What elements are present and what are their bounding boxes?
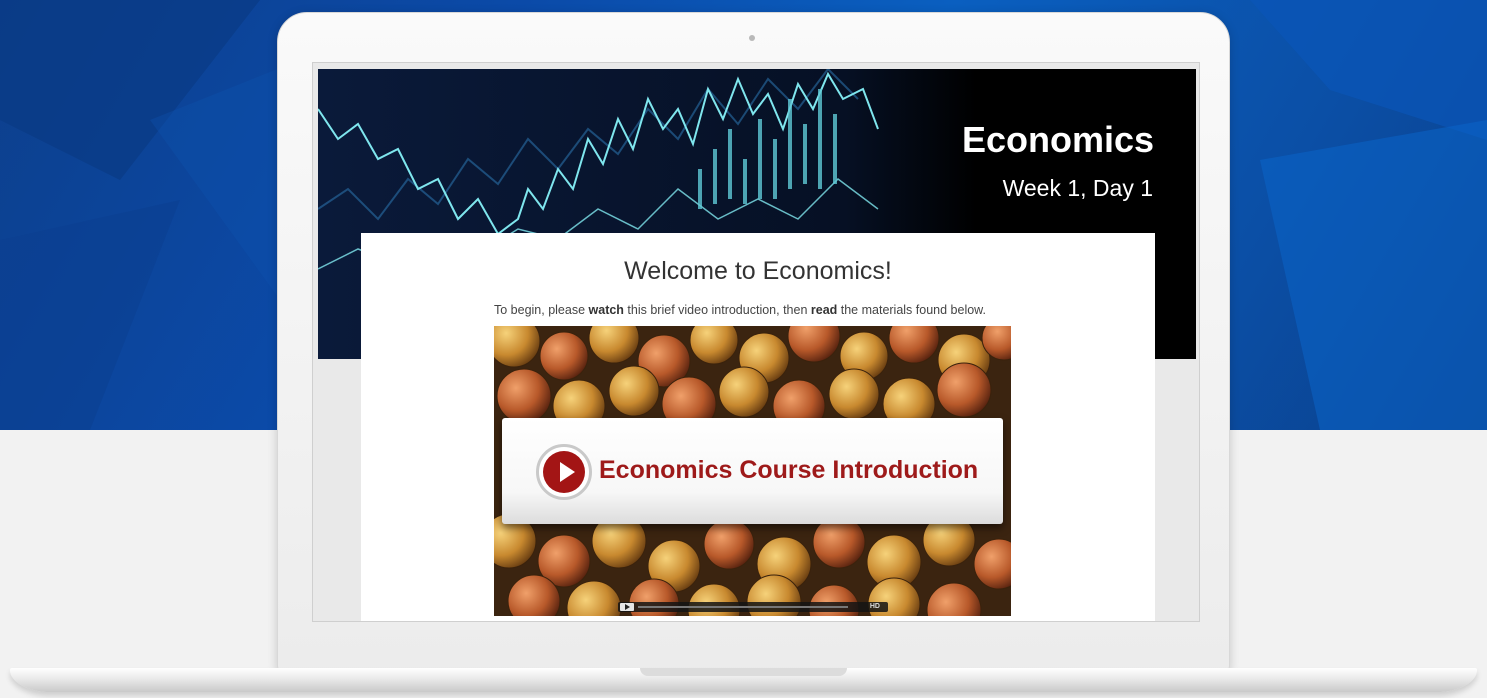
- course-subtitle: Week 1, Day 1: [1002, 175, 1153, 201]
- intro-text-bold-read: read: [810, 303, 838, 317]
- course-title: Economics: [961, 119, 1154, 160]
- laptop-screen: Economics Week 1, Day 1 Welcome to Econo…: [312, 62, 1200, 622]
- camera-icon: [749, 35, 755, 41]
- control-play-icon[interactable]: [620, 603, 634, 611]
- content-card: Welcome to Economics! To begin, please w…: [361, 233, 1155, 621]
- intro-text-part: the materials found below.: [837, 303, 986, 317]
- video-player[interactable]: Economics Course Introduction HD: [494, 326, 1011, 616]
- video-progress-track[interactable]: [638, 606, 848, 608]
- video-title-card[interactable]: Economics Course Introduction: [502, 418, 1003, 524]
- intro-text: To begin, please watch this brief video …: [494, 303, 986, 317]
- hd-toggle[interactable]: HD: [870, 602, 880, 612]
- intro-text-part: To begin, please: [494, 303, 589, 317]
- play-button[interactable]: [536, 444, 592, 500]
- play-icon: [543, 451, 585, 493]
- video-title: Economics Course Introduction: [599, 456, 979, 484]
- intro-text-part: this brief video introduction, then: [623, 303, 811, 317]
- laptop-notch: [640, 668, 847, 676]
- intro-text-bold-watch: watch: [588, 303, 624, 317]
- video-control-bar[interactable]: HD: [618, 602, 888, 612]
- welcome-heading: Welcome to Economics!: [624, 257, 892, 285]
